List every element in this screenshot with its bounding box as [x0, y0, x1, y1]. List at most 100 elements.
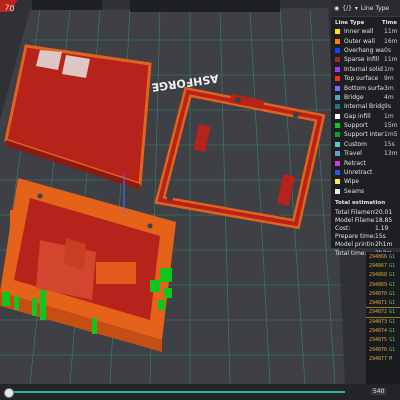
legend-item[interactable]: Overhang wall 0s — [331, 46, 400, 55]
legend-item-label: Custom — [344, 140, 367, 148]
color-swatch — [335, 85, 340, 91]
legend-item[interactable]: Internal Bridge9s — [331, 102, 400, 111]
legend-item-time: 15s — [384, 140, 395, 148]
legend-item-label: Bridge — [344, 93, 364, 101]
color-swatch — [335, 57, 340, 63]
gcode-line-number: 294876 — [369, 346, 388, 353]
legend-item[interactable]: Top surface 9m — [331, 74, 400, 83]
legend-item[interactable]: Outer wall 16m — [331, 36, 400, 45]
code-icon[interactable]: {/} — [342, 5, 352, 12]
legend-item[interactable]: Inner wall 11m — [331, 27, 400, 36]
legend-panel: ◉ {/} ▾ Line Type Line Type Time Inner w… — [331, 0, 400, 257]
color-swatch — [335, 66, 340, 72]
color-swatch — [335, 113, 340, 119]
layer-label: 540 — [371, 388, 387, 395]
color-swatch — [335, 188, 340, 194]
legend-item-label: Retract — [344, 159, 366, 167]
chevron-down-icon[interactable]: ▾ — [355, 5, 358, 12]
color-swatch — [335, 179, 340, 185]
layer-slider[interactable]: 540 — [0, 384, 400, 400]
gcode-line[interactable]: 294873 G1 — [366, 317, 400, 326]
estimation-row: Model printing time:2h1m — [335, 241, 400, 249]
legend-item-label: Inner wall — [344, 28, 374, 36]
legend-item-label: Support — [344, 122, 368, 130]
gcode-line-number: 294870 — [369, 290, 388, 297]
estimation-title: Total estimation — [335, 200, 386, 207]
legend-item-time: 1m — [384, 112, 394, 120]
gcode-command: G1 — [389, 262, 396, 269]
gcode-command: G1 — [389, 309, 396, 316]
slider-track[interactable] — [10, 391, 345, 393]
gcode-line[interactable]: 294874 G1 — [366, 326, 400, 335]
legend-columns: Line Type Time — [331, 17, 400, 27]
gcode-command: G1 — [389, 337, 396, 344]
legend-item[interactable]: Unretract — [331, 168, 400, 177]
legend-item-time: 13m — [384, 150, 398, 158]
gcode-line[interactable]: 294872 G1 — [366, 306, 400, 319]
legend-item-time: 11m — [384, 56, 398, 64]
gcode-command: G1 — [389, 328, 396, 335]
color-swatch — [335, 94, 340, 100]
legend-item-label: Top surface — [344, 75, 379, 83]
gcode-command: G1 — [389, 346, 396, 353]
legend-item[interactable]: Gap infill 1m — [331, 112, 400, 121]
estimation-row: Prepare time: 15s — [335, 233, 400, 241]
color-swatch — [335, 160, 340, 166]
gcode-line[interactable]: 294866 G1 — [366, 252, 400, 261]
color-swatch — [335, 47, 340, 53]
legend-item-time: 16m — [384, 37, 398, 45]
legend-item-time: 9s — [384, 103, 391, 111]
bed-clip-left — [32, 0, 102, 10]
gcode-line-number: 294868 — [369, 272, 388, 279]
gcode-line[interactable]: 294868 G1 — [366, 271, 400, 280]
legend-item[interactable]: Internal solid infill1m — [331, 65, 400, 74]
estimation-row: Cost: 1.19 — [335, 224, 400, 232]
gcode-command: G1 — [389, 300, 396, 307]
bed-clip-right — [130, 0, 280, 12]
gcode-viewer[interactable]: 294866 G1 294867 G1 294868 G1 294869 G1 294870 G1… — [366, 252, 400, 384]
legend-item-label: Overhang wall — [344, 46, 384, 54]
legend-item-time: 3m — [384, 84, 394, 92]
view-type-dropdown[interactable]: Line Type — [361, 5, 389, 12]
gcode-line-number: 294874 — [369, 328, 388, 335]
legend-item-time: 15m — [384, 122, 398, 130]
gcode-line-number: 294867 — [369, 262, 388, 269]
legend-item-label: Outer wall — [344, 37, 375, 45]
legend-item[interactable]: Bottom surface3m — [331, 83, 400, 92]
gcode-line-number: 294871 — [369, 300, 388, 307]
legend-item[interactable]: Travel 13m — [331, 149, 400, 158]
gcode-line-number: 294872 — [369, 309, 388, 316]
gcode-line-number: 294873 — [369, 318, 388, 325]
legend-item[interactable]: Sparse infill 11m — [331, 55, 400, 64]
slider-handle[interactable] — [4, 388, 14, 398]
color-swatch — [335, 104, 340, 110]
color-swatch — [335, 132, 340, 138]
legend-item[interactable]: Support 15m — [331, 121, 400, 130]
estimation-row: Model Filament:18.85 — [335, 216, 400, 224]
legend-item-label: Bottom surface — [344, 84, 384, 92]
legend-item[interactable]: Support interface1m5 — [331, 130, 400, 139]
gcode-line[interactable]: 294869 G1 — [366, 280, 400, 289]
gcode-line[interactable]: 294867 G1 — [366, 261, 400, 270]
legend-item[interactable]: Seams — [331, 187, 400, 196]
legend-item-label: Internal Bridge — [344, 103, 384, 111]
eye-icon[interactable]: ◉ — [334, 5, 339, 12]
gcode-line[interactable]: 294870 G1 — [366, 289, 400, 298]
gcode-line[interactable]: 294877 M — [366, 354, 400, 363]
legend-item[interactable]: Wipe — [331, 177, 400, 186]
gcode-line[interactable]: 294871 G1 — [366, 298, 400, 307]
legend-item[interactable]: Retract — [331, 158, 400, 167]
estimation-value: 1.19 — [375, 225, 389, 232]
estimation-value: 18.85 — [375, 216, 393, 224]
gcode-line[interactable]: 294876 G1 — [366, 345, 400, 354]
legend-item-label: Wipe — [344, 178, 359, 186]
legend-item-label: Unretract — [344, 169, 373, 177]
estimation-section: Total estimation Total Filament: 20.01 Mod… — [331, 200, 400, 257]
estimation-value: 15s — [375, 233, 386, 241]
legend-item[interactable]: Bridge 4m — [331, 93, 400, 102]
legend-item[interactable]: Custom 15s — [331, 140, 400, 149]
gcode-line[interactable]: 294875 G1 — [366, 336, 400, 345]
estimation-value: 2h1m — [375, 241, 393, 249]
gcode-line-number: 294866 — [369, 253, 388, 260]
legend-header[interactable]: ◉ {/} ▾ Line Type — [331, 0, 400, 17]
